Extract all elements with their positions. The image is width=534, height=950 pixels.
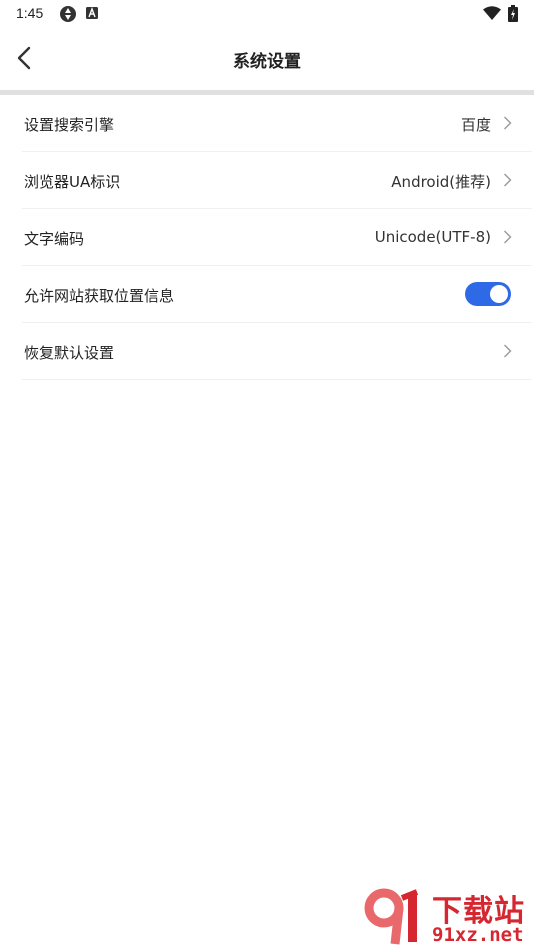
setting-label: 文字编码 xyxy=(24,230,85,248)
setting-value: 百度 xyxy=(460,116,491,134)
setting-label: 设置搜索引擎 xyxy=(24,116,115,134)
notification-a-icon xyxy=(86,7,98,19)
aperture-icon xyxy=(60,6,76,22)
watermark-domain: 91xz.net xyxy=(432,924,524,946)
app-header: 系统设置 xyxy=(0,28,534,90)
setting-user-agent[interactable]: 浏览器UA标识 Android(推荐) xyxy=(22,152,532,209)
chevron-right-icon xyxy=(504,173,512,187)
setting-restore-defaults[interactable]: 恢复默认设置 xyxy=(22,323,532,380)
watermark-logo xyxy=(364,888,419,945)
settings-list: 设置搜索引擎 百度 浏览器UA标识 Android(推荐) 文字编码 Unico… xyxy=(0,95,534,380)
chevron-right-icon xyxy=(504,116,512,130)
setting-label: 允许网站获取位置信息 xyxy=(24,287,175,305)
setting-search-engine[interactable]: 设置搜索引擎 百度 xyxy=(22,95,532,152)
location-toggle[interactable] xyxy=(465,282,511,306)
setting-label: 恢复默认设置 xyxy=(24,344,115,362)
toggle-knob xyxy=(490,285,508,303)
setting-value: Android(推荐) xyxy=(391,173,491,191)
setting-location-permission: 允许网站获取位置信息 xyxy=(22,266,532,323)
setting-text-encoding[interactable]: 文字编码 Unicode(UTF-8) xyxy=(22,209,532,266)
setting-value: Unicode(UTF-8) xyxy=(374,228,491,246)
chevron-right-icon xyxy=(504,344,512,358)
page-title: 系统设置 xyxy=(233,52,301,72)
battery-charging-icon xyxy=(508,5,518,22)
wifi-icon xyxy=(483,6,501,20)
watermark: 下载站 91xz.net xyxy=(362,886,530,946)
status-bar: 1:45 xyxy=(0,0,534,28)
setting-label: 浏览器UA标识 xyxy=(24,173,121,191)
status-time: 1:45 xyxy=(16,5,44,21)
chevron-right-icon xyxy=(504,230,512,244)
